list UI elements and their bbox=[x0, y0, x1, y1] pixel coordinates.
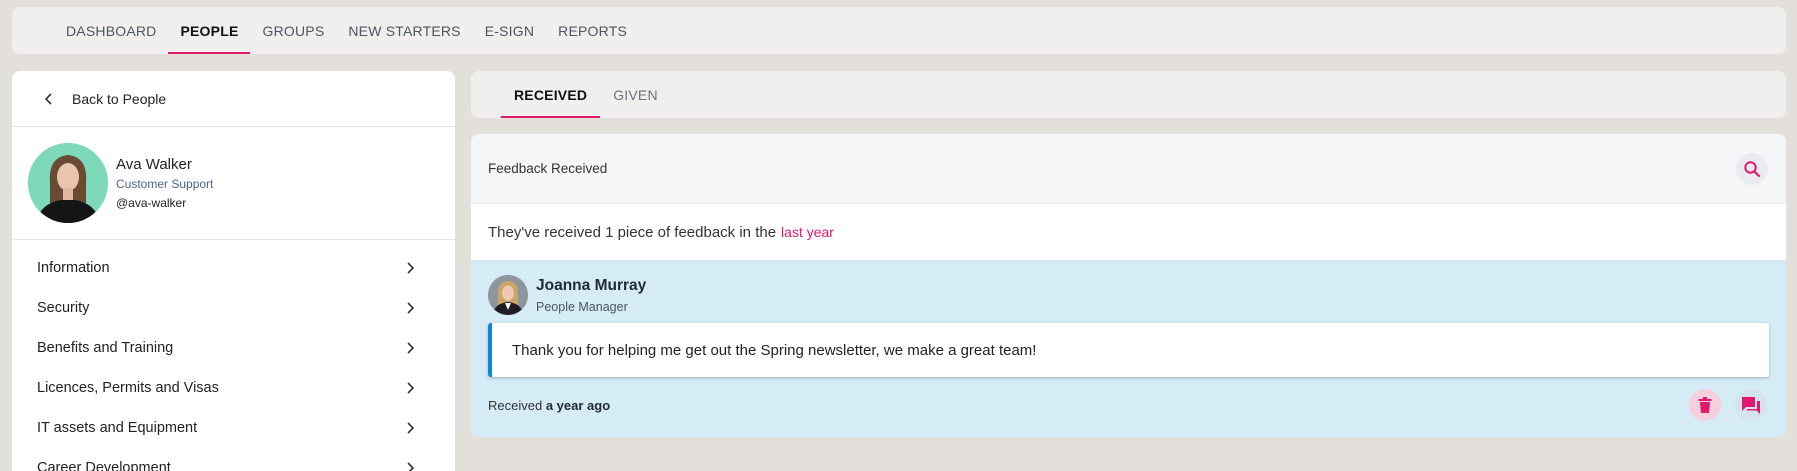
menu-item-label: Career Development bbox=[37, 460, 171, 471]
feedback-message: Thank you for helping me get out the Spr… bbox=[488, 323, 1769, 377]
giver-role: People Manager bbox=[536, 299, 628, 314]
chevron-right-icon bbox=[407, 462, 415, 471]
menu-item-label: Security bbox=[37, 300, 90, 316]
nav-new-starters-label: NEW STARTERS bbox=[348, 22, 461, 39]
nav-people[interactable]: PEOPLE bbox=[168, 7, 251, 54]
chevron-right-icon bbox=[407, 262, 415, 274]
menu-item-licences-permits-visas[interactable]: Licences, Permits and Visas bbox=[12, 368, 455, 408]
profile-role: Customer Support bbox=[116, 177, 214, 191]
menu-item-information[interactable]: Information bbox=[12, 248, 455, 288]
back-to-people-link[interactable]: Back to People bbox=[12, 71, 455, 127]
feedback-message-text: Thank you for helping me get out the Spr… bbox=[512, 341, 1037, 359]
menu-item-security[interactable]: Security bbox=[12, 288, 455, 328]
profile-menu: Information Security Benefits and Traini… bbox=[12, 240, 455, 471]
nav-reports[interactable]: REPORTS bbox=[546, 7, 639, 54]
received-timestamp: Received a year ago bbox=[488, 398, 610, 413]
feedback-header-title: Feedback Received bbox=[488, 161, 608, 176]
received-when: a year ago bbox=[545, 397, 611, 413]
nav-e-sign[interactable]: E-SIGN bbox=[473, 7, 546, 54]
profile-details: Ava Walker Customer Support @ava-walker bbox=[116, 156, 213, 210]
tab-received-label: RECEIVED bbox=[514, 86, 588, 103]
tab-received[interactable]: RECEIVED bbox=[501, 71, 601, 118]
search-icon bbox=[1744, 160, 1761, 177]
chat-icon bbox=[1742, 397, 1760, 414]
reply-feedback-button[interactable] bbox=[1735, 389, 1767, 421]
feedback-header: Feedback Received bbox=[471, 134, 1786, 204]
chevron-right-icon bbox=[407, 422, 415, 434]
menu-item-benefits-and-training[interactable]: Benefits and Training bbox=[12, 328, 455, 368]
feedback-tabs: RECEIVED GIVEN bbox=[471, 71, 1786, 118]
chevron-right-icon bbox=[407, 382, 415, 394]
profile-handle: @ava-walker bbox=[116, 196, 187, 210]
feedback-entry-footer: Received a year ago bbox=[488, 387, 1769, 423]
nav-reports-label: REPORTS bbox=[558, 22, 627, 39]
menu-item-label: Benefits and Training bbox=[37, 340, 174, 356]
nav-groups-label: GROUPS bbox=[262, 22, 325, 39]
chevron-right-icon bbox=[407, 342, 415, 354]
tab-given[interactable]: GIVEN bbox=[600, 71, 671, 118]
nav-new-starters[interactable]: NEW STARTERS bbox=[336, 7, 472, 54]
back-to-people-label: Back to People bbox=[72, 90, 167, 107]
chevron-right-icon bbox=[407, 302, 415, 314]
feedback-summary: They've received 1 piece of feedback in … bbox=[471, 204, 1786, 260]
time-range-link[interactable]: last year bbox=[781, 224, 834, 240]
nav-e-sign-label: E-SIGN bbox=[484, 22, 535, 39]
menu-item-label: IT assets and Equipment bbox=[37, 420, 198, 436]
person-photo-icon bbox=[28, 143, 108, 223]
received-prefix: Received bbox=[488, 397, 543, 413]
person-photo-icon bbox=[488, 275, 528, 315]
tab-given-label: GIVEN bbox=[613, 86, 658, 103]
profile-sidebar: Back to People Ava Walker Customer Suppo… bbox=[12, 71, 455, 471]
nav-dashboard-label: DASHBOARD bbox=[66, 22, 157, 39]
avatar bbox=[28, 143, 108, 223]
giver-name: Joanna Murray bbox=[536, 276, 647, 294]
nav-dashboard[interactable]: DASHBOARD bbox=[54, 7, 168, 54]
chevron-left-icon bbox=[44, 92, 52, 105]
menu-item-it-assets[interactable]: IT assets and Equipment bbox=[12, 408, 455, 448]
trash-icon bbox=[1698, 397, 1712, 413]
nav-people-label: PEOPLE bbox=[180, 22, 239, 39]
menu-item-career-development[interactable]: Career Development bbox=[12, 448, 455, 471]
nav-groups[interactable]: GROUPS bbox=[250, 7, 336, 54]
menu-item-label: Licences, Permits and Visas bbox=[37, 380, 219, 396]
delete-feedback-button[interactable] bbox=[1689, 389, 1721, 421]
profile-summary: Ava Walker Customer Support @ava-walker bbox=[12, 127, 455, 240]
feedback-giver: Joanna Murray People Manager bbox=[488, 275, 1769, 315]
giver-details: Joanna Murray People Manager bbox=[536, 277, 646, 314]
feedback-panel: Feedback Received They've received 1 pie… bbox=[471, 134, 1786, 437]
top-navigation: DASHBOARD PEOPLE GROUPS NEW STARTERS E-S… bbox=[12, 7, 1786, 54]
search-button[interactable] bbox=[1736, 152, 1768, 185]
feedback-summary-text: They've received 1 piece of feedback in … bbox=[488, 223, 777, 241]
giver-avatar bbox=[488, 275, 528, 315]
feedback-actions bbox=[1689, 389, 1767, 421]
menu-item-label: Information bbox=[37, 260, 110, 276]
feedback-entry: Joanna Murray People Manager Thank you f… bbox=[471, 260, 1786, 437]
profile-name: Ava Walker bbox=[116, 156, 192, 173]
